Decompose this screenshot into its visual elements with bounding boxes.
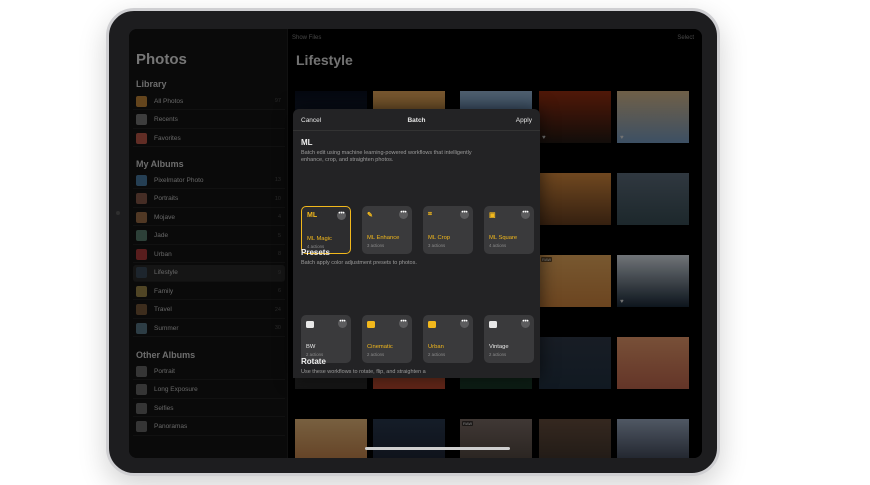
- workflow-icon: ML: [307, 212, 318, 219]
- batch-title: Batch: [407, 117, 426, 124]
- workflow-name: ML Square: [489, 235, 518, 241]
- workflow-name: Urban: [428, 344, 444, 350]
- workflow-action-count: 3 actions: [367, 243, 385, 248]
- rotate-section-description: Use these workflows to rotate, flip, and…: [301, 369, 426, 375]
- more-options-icon[interactable]: •••: [521, 210, 530, 219]
- preset-icon: [367, 321, 375, 328]
- rotate-section-title: Rotate: [301, 357, 326, 366]
- workflow-card-ml-crop[interactable]: ⌗ ••• ML Crop 3 actions: [423, 206, 473, 254]
- batch-sheet-header: Batch Cancel Apply: [293, 109, 540, 131]
- ml-section-description: Batch edit using machine learning-powere…: [301, 150, 472, 163]
- more-options-icon[interactable]: •••: [338, 319, 347, 328]
- presets-section-title: Presets: [301, 248, 330, 257]
- ml-section-title: ML: [301, 138, 313, 147]
- workflow-card-ml-square[interactable]: ▣ ••• ML Square 4 actions: [484, 206, 534, 254]
- workflow-action-count: 2 actions: [367, 352, 385, 357]
- more-options-icon[interactable]: •••: [460, 319, 469, 328]
- workflow-icon: ▣: [489, 212, 496, 219]
- ipad-frame: ♥♥RAW♥RAW Show Files Select Lifestyle Ph…: [106, 8, 720, 476]
- workflow-icon: ⌗: [428, 211, 432, 218]
- workflow-card-vintage[interactable]: ••• Vintage 2 actions: [484, 315, 534, 363]
- workflow-name: ML Magic: [307, 236, 332, 242]
- workflow-name: BW: [306, 344, 316, 350]
- workflow-card-cinematic[interactable]: ••• Cinematic 2 actions: [362, 315, 412, 363]
- workflow-name: ML Crop: [428, 235, 451, 241]
- apply-button[interactable]: Apply: [516, 117, 532, 124]
- more-options-icon[interactable]: •••: [460, 210, 469, 219]
- more-options-icon[interactable]: •••: [337, 211, 346, 220]
- workflow-card-urban[interactable]: ••• Urban 2 actions: [423, 315, 473, 363]
- home-indicator: [365, 447, 510, 450]
- preset-icon: [489, 321, 497, 328]
- workflow-action-count: 3 actions: [428, 243, 446, 248]
- preset-icon: [306, 321, 314, 328]
- workflow-card-ml-magic[interactable]: ML ••• ML Magic 4 actions: [301, 206, 351, 254]
- workflow-name: ML Enhance: [367, 235, 400, 241]
- more-options-icon[interactable]: •••: [399, 210, 408, 219]
- more-options-icon[interactable]: •••: [521, 319, 530, 328]
- workflow-name: Cinematic: [367, 344, 393, 350]
- preset-icon: [428, 321, 436, 328]
- workflow-card-bw[interactable]: ••• BW 2 actions: [301, 315, 351, 363]
- presets-section-description: Batch apply color adjustment presets to …: [301, 260, 417, 266]
- workflow-card-ml-enhance[interactable]: ✎ ••• ML Enhance 3 actions: [362, 206, 412, 254]
- workflow-action-count: 2 actions: [489, 352, 507, 357]
- batch-sheet: Batch Cancel Apply ML Batch edit using m…: [293, 109, 540, 378]
- cancel-button[interactable]: Cancel: [301, 117, 321, 124]
- side-camera-dot: [116, 211, 120, 215]
- workflow-action-count: 2 actions: [428, 352, 446, 357]
- more-options-icon[interactable]: •••: [399, 319, 408, 328]
- workflow-name: Vintage: [489, 344, 509, 350]
- ipad-screen: ♥♥RAW♥RAW Show Files Select Lifestyle Ph…: [129, 29, 702, 458]
- workflow-action-count: 4 actions: [489, 243, 507, 248]
- workflow-icon: ✎: [367, 212, 373, 219]
